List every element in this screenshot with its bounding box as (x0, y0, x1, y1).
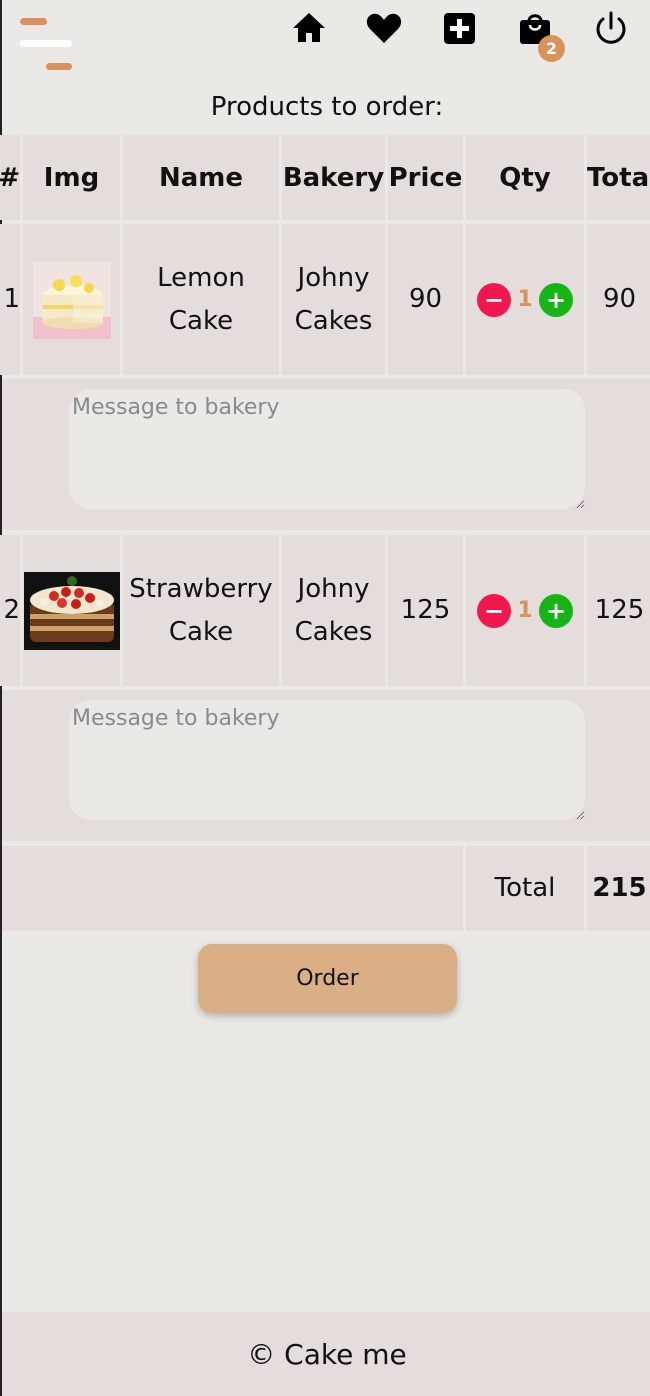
heart-icon[interactable] (364, 8, 404, 48)
grand-total-value: 215 (587, 846, 650, 931)
product-price: 90 (388, 224, 463, 375)
lemon-cake-image (32, 260, 111, 339)
increase-qty-button[interactable]: + (539, 282, 573, 317)
column-header-total: Total (587, 135, 650, 220)
order-button[interactable]: Order (198, 944, 457, 1013)
home-icon[interactable] (289, 8, 329, 48)
row-total: 125 (587, 535, 650, 686)
column-header-qty: Qty (466, 135, 584, 220)
menu-hamburger-icon[interactable] (20, 18, 76, 74)
power-icon[interactable] (591, 8, 631, 48)
quantity-stepper: − 1 + (466, 535, 584, 686)
summary-spacer (2, 846, 463, 931)
decrease-qty-button[interactable]: − (477, 282, 511, 317)
row-index: 2 (0, 535, 20, 686)
cart-count-badge: 2 (538, 35, 565, 62)
product-image-cell (23, 224, 120, 375)
add-square-icon[interactable] (439, 8, 479, 48)
bakery-message-input[interactable] (69, 389, 585, 509)
quantity-value: 1 (517, 287, 533, 312)
product-name: Lemon Cake (123, 224, 279, 375)
row-index: 1 (0, 224, 20, 375)
page-title: Products to order: (210, 92, 444, 122)
top-navbar: 2 (2, 0, 650, 90)
column-header-bakery: Bakery (282, 135, 385, 220)
column-header-img: Img (23, 135, 120, 220)
total-label: Total (466, 846, 584, 931)
quantity-value: 1 (517, 598, 533, 623)
product-image-cell (23, 535, 120, 686)
quantity-stepper: − 1 + (466, 224, 584, 375)
strawberry-cake-image (23, 571, 120, 650)
bakery-name: Johny Cakes (282, 224, 385, 375)
row-total: 90 (587, 224, 650, 375)
product-name: Strawberry Cake (123, 535, 279, 686)
decrease-qty-button[interactable]: − (477, 593, 511, 628)
column-header-index: # (0, 135, 20, 220)
increase-qty-button[interactable]: + (539, 593, 573, 628)
product-price: 125 (388, 535, 463, 686)
bakery-name: Johny Cakes (282, 535, 385, 686)
column-header-name: Name (123, 135, 279, 220)
column-header-price: Price (388, 135, 463, 220)
footer-copyright: © Cake me (2, 1312, 650, 1396)
bakery-message-input[interactable] (69, 700, 585, 820)
